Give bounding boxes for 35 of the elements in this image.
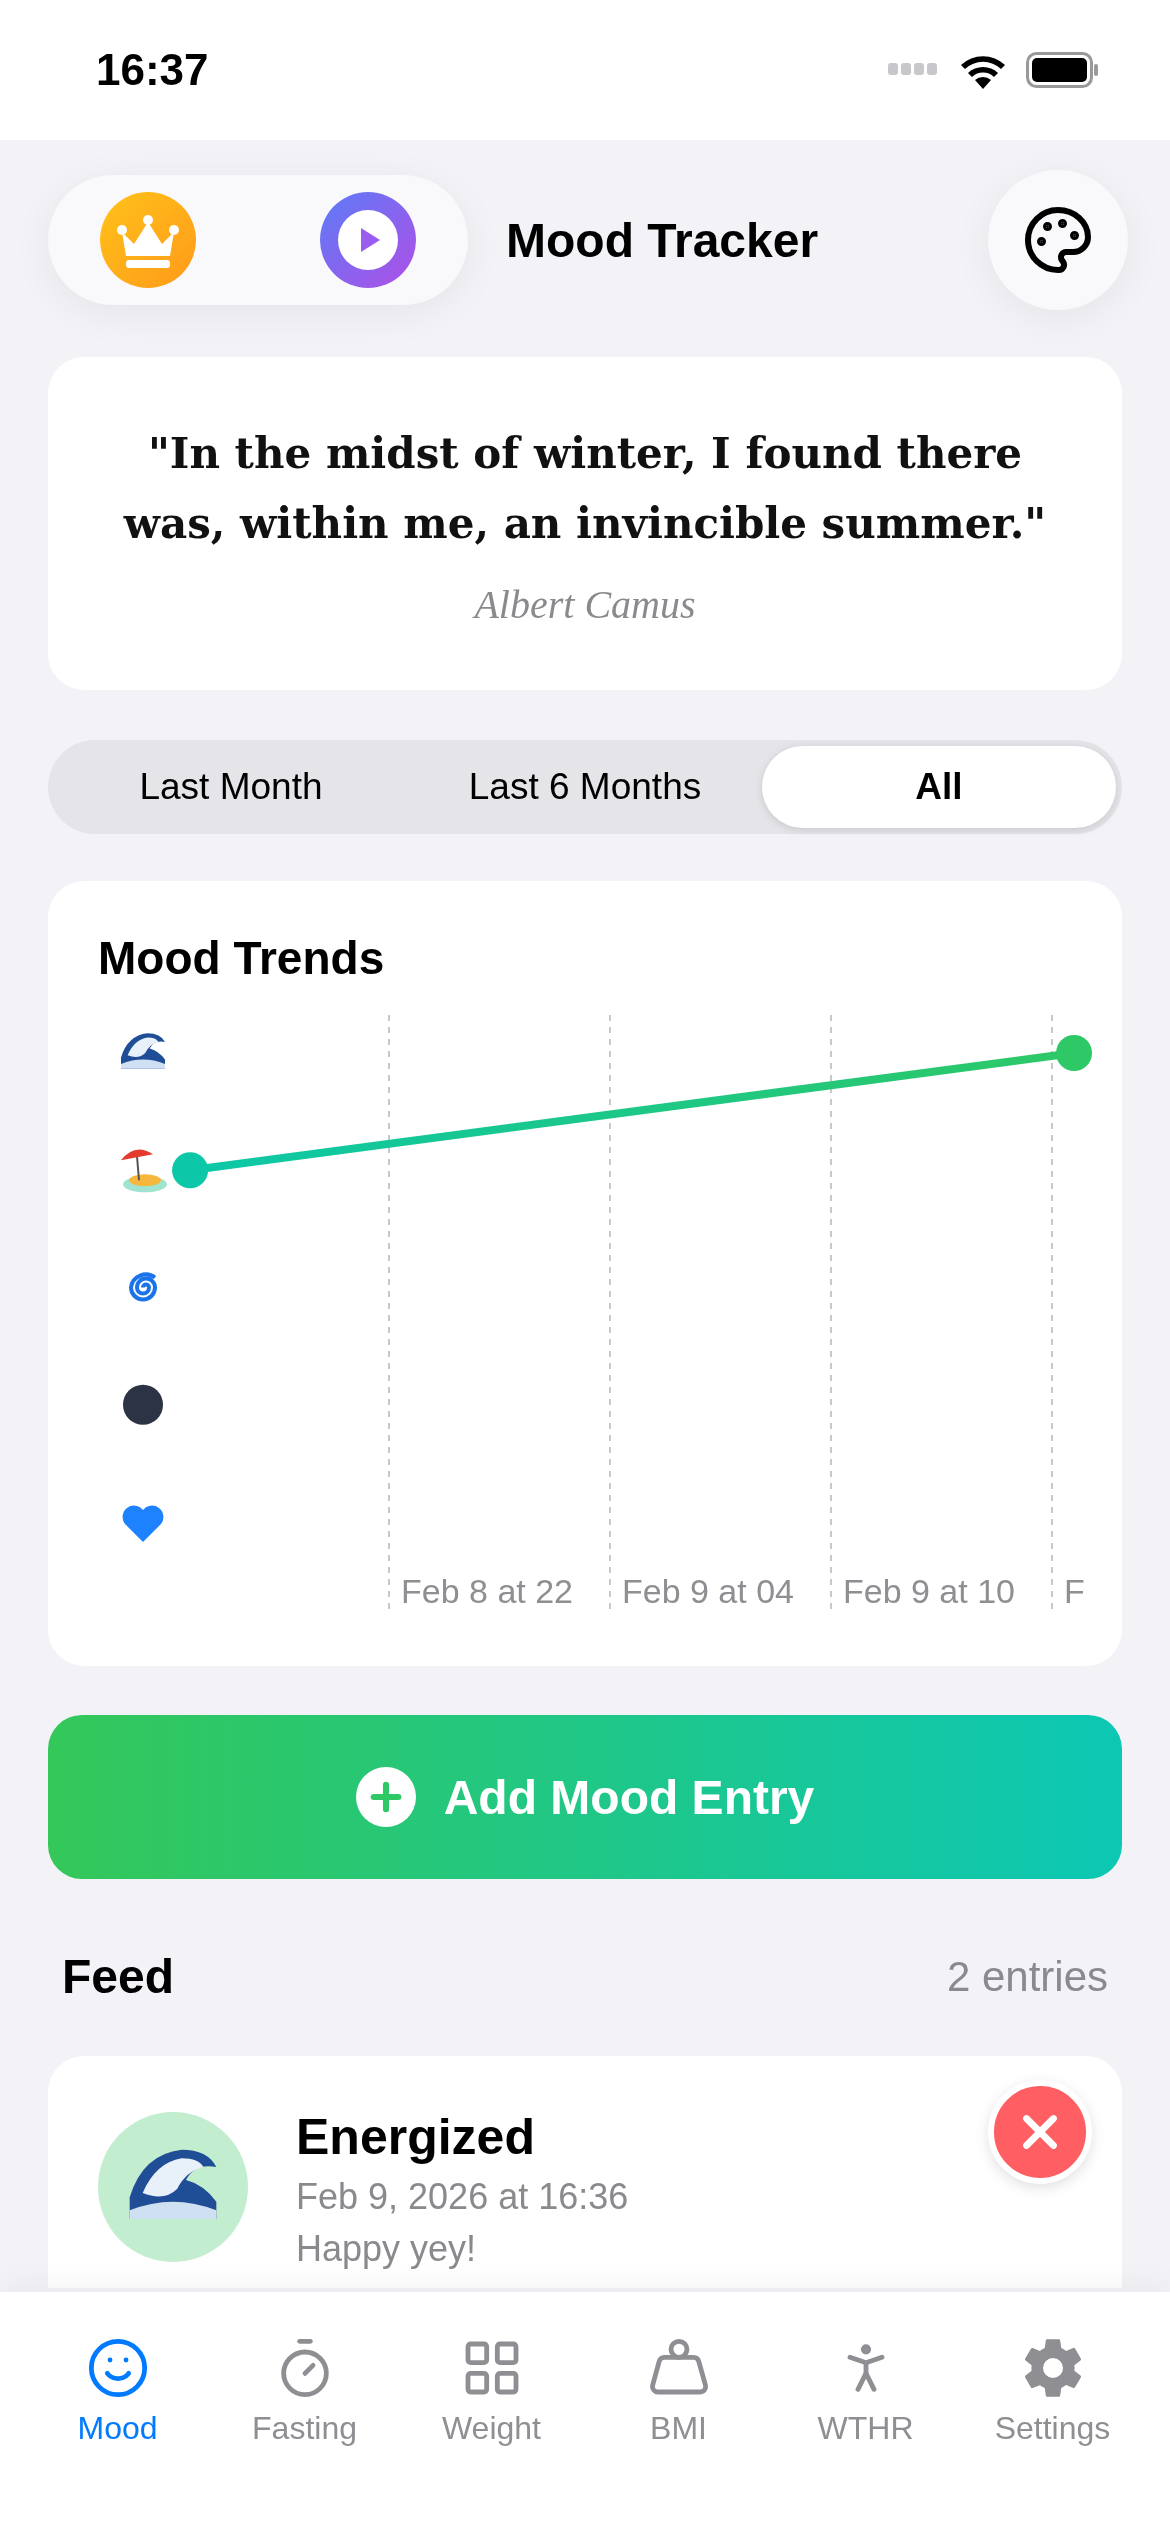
screen-title: Mood Tracker	[506, 212, 820, 268]
feed-title: Feed	[62, 1949, 175, 2004]
axis-label: Feb 8 at 22	[401, 1572, 573, 1610]
signal-icon	[888, 63, 940, 77]
axis-label: Feb 9 at 04	[622, 1572, 794, 1610]
axis-label: F	[1063, 1572, 1085, 1610]
tab-item[interactable]: Fasting	[211, 2292, 398, 2532]
tab-item[interactable]: Mood	[24, 2292, 211, 2532]
entry-count: 2 entries	[946, 1952, 1108, 2001]
quote-text: "In the midst of winter, I found there was, within me, an invincible summer."	[122, 428, 1048, 550]
entry-date: Feb 9, 2026 at 16:36	[296, 2176, 629, 2218]
chart-title: Mood Trends	[98, 931, 386, 985]
range-tab[interactable]: Last Month	[54, 746, 408, 828]
add-entry-button[interactable]: Add Mood Entry	[48, 1715, 1122, 1879]
range-tab[interactable]: All	[762, 746, 1116, 828]
palette-icon	[1022, 204, 1094, 276]
entry-card[interactable]: Energized Feb 9, 2026 at 16:36 Happy yey!	[48, 2056, 1122, 2288]
tab-item[interactable]: Settings	[959, 2292, 1146, 2532]
heart-icon	[122, 1505, 164, 1542]
beach-umbrella-icon	[121, 1149, 167, 1193]
axis-label: Feb 9 at 10	[842, 1572, 1015, 1610]
spiral-icon	[129, 1272, 157, 1302]
entry-note: Happy yey!	[296, 2228, 478, 2270]
moon-icon	[123, 1384, 163, 1425]
quote-author: Albert Camus	[474, 581, 696, 628]
wave-icon	[121, 1033, 165, 1069]
tab-item[interactable]: WTHR	[772, 2292, 959, 2532]
tab-item[interactable]: BMI	[585, 2292, 772, 2532]
tab-item[interactable]: Weight	[398, 2292, 585, 2532]
wave-icon	[129, 2149, 217, 2219]
play-icon[interactable]	[320, 192, 416, 288]
status-time: 16:37	[96, 45, 209, 95]
entry-mood: Energized	[296, 2108, 536, 2166]
range-tab[interactable]: Last 6 Months	[408, 746, 762, 828]
battery-icon	[1026, 52, 1100, 88]
